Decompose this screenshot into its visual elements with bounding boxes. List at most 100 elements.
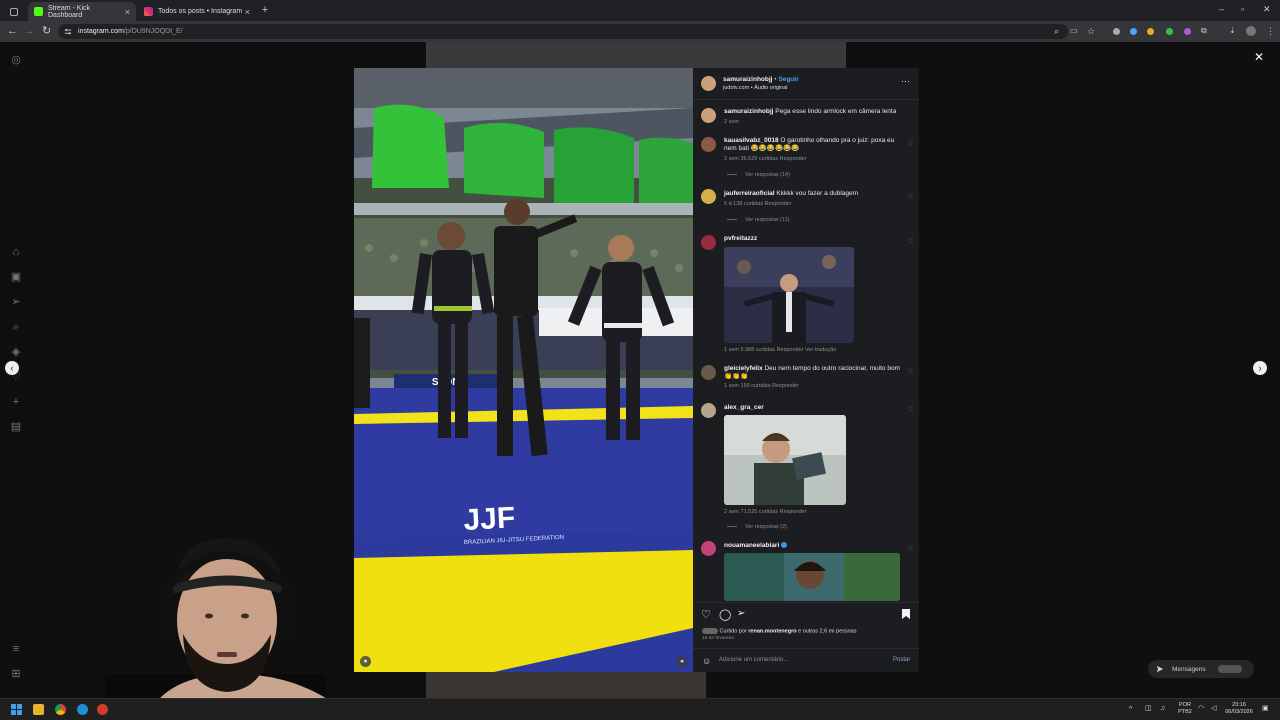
app-icon[interactable]	[97, 704, 108, 715]
like-comment-icon[interactable]: ♡	[908, 545, 913, 552]
comment-gif[interactable]	[724, 553, 900, 601]
create-icon[interactable]: +	[10, 396, 22, 408]
notifications-icon[interactable]: ▣	[1262, 705, 1269, 712]
forward-icon[interactable]: →	[24, 25, 35, 37]
clock[interactable]: 23:16 06/03/2026	[1222, 702, 1256, 716]
minimize-button[interactable]: –	[1219, 4, 1224, 14]
view-replies-button[interactable]: Ver respostas (2)	[727, 524, 787, 530]
extensions-puzzle-icon[interactable]: ⧉	[1201, 25, 1207, 37]
comment-meta[interactable]: 2 sem 36.629 curtidas Responder	[724, 156, 904, 162]
extension-audio-icon[interactable]	[1130, 28, 1137, 35]
view-replies-button[interactable]: Ver respostas (11)	[727, 217, 790, 223]
comment-username[interactable]: jauferreiraoficial	[724, 190, 775, 197]
like-comment-icon[interactable]: ♡	[908, 193, 913, 200]
messages-icon[interactable]: ➢	[10, 296, 22, 308]
next-post-icon[interactable]: ›	[1253, 361, 1267, 375]
messages-button[interactable]: Mensagens	[1148, 660, 1254, 678]
downloads-icon[interactable]: ⇣	[1229, 25, 1236, 37]
reload-icon[interactable]: ↻	[42, 25, 51, 37]
language-indicator[interactable]: POR PTB2	[1174, 702, 1196, 716]
back-icon[interactable]: ←	[7, 25, 18, 37]
like-icon[interactable]: ♡	[701, 608, 711, 621]
comment-username[interactable]: kauasilvabz_0018	[724, 137, 779, 144]
instagram-logo-icon[interactable]: ◎	[10, 54, 22, 66]
bookmark-star-icon[interactable]: ☆	[1087, 25, 1095, 37]
windows-menu-icon[interactable]	[6, 2, 22, 21]
comment-gif[interactable]	[724, 415, 846, 505]
comment-username[interactable]: nouamaneelabiari	[724, 542, 779, 549]
menu-icon[interactable]: ≡	[10, 643, 22, 655]
comment-meta[interactable]: 6 d 138 curtidas Responder	[724, 201, 904, 207]
emoji-icon[interactable]: ☺	[702, 656, 711, 666]
address-bar[interactable]: instagram.com/p/DU9NJOQDt_E/	[58, 24, 1068, 39]
chrome-icon[interactable]	[55, 704, 66, 715]
extension-color-icon[interactable]	[1147, 28, 1154, 35]
explore-icon[interactable]: ◈	[10, 346, 22, 358]
commenter-avatar[interactable]	[701, 189, 716, 204]
home-icon[interactable]: ⌂	[10, 246, 22, 258]
commenter-avatar[interactable]	[701, 235, 716, 250]
maximize-button[interactable]: ▫	[1241, 4, 1244, 14]
share-icon[interactable]: ➢	[737, 608, 745, 619]
tab-instagram[interactable]: Todos os posts • Instagram ×	[138, 2, 256, 21]
search-icon[interactable]: ⌕	[10, 321, 22, 333]
wifi-icon[interactable]: ◠	[1198, 705, 1204, 712]
commenter-avatar[interactable]	[701, 365, 716, 380]
edge-icon[interactable]	[77, 704, 88, 715]
new-tab-button[interactable]: +	[258, 4, 272, 17]
comment-meta[interactable]: 1 sem 5.988 curtidas Responder Ver tradu…	[724, 347, 904, 353]
liked-by-suffix[interactable]: e outras 2,6 mi pessoas	[798, 628, 856, 634]
comment-icon[interactable]: ◯	[719, 608, 731, 621]
comment-meta[interactable]: 1 sem 159 curtidas Responder	[724, 383, 904, 389]
save-icon[interactable]	[902, 609, 910, 619]
site-info-icon[interactable]	[64, 28, 72, 36]
reel-video[interactable]: STONE JJF BRAZILIAN JIU-JITSU FEDERATION	[354, 68, 693, 672]
show-hidden-icons[interactable]: ^	[1129, 706, 1132, 713]
tab-kick-dashboard[interactable]: Stream - Kick Dashboard ×	[28, 2, 136, 21]
file-explorer-icon[interactable]	[33, 704, 44, 715]
microphone-icon[interactable]: ♫	[1160, 705, 1165, 712]
close-tab-icon[interactable]: ×	[125, 7, 130, 17]
network-icon[interactable]: ◫	[1145, 705, 1152, 712]
post-comment-button[interactable]: Postar	[893, 657, 910, 663]
commenter-avatar[interactable]	[701, 403, 716, 418]
like-comment-icon[interactable]: ♡	[908, 406, 913, 413]
author-username[interactable]: samuraizinhobjj	[723, 76, 772, 83]
follow-button[interactable]: Seguir	[778, 76, 798, 83]
like-comment-icon[interactable]: ♡	[908, 368, 913, 375]
extension-green-icon[interactable]	[1166, 28, 1173, 35]
comment-meta[interactable]: 2 sem 71.525 curtidas Responder	[724, 509, 904, 515]
author-avatar[interactable]	[701, 76, 716, 91]
profile-avatar-icon[interactable]	[1246, 26, 1256, 36]
comment-username[interactable]: pvfreitazzz	[724, 235, 757, 242]
cast-icon[interactable]: ▭	[1070, 25, 1078, 37]
previous-post-icon[interactable]: ‹	[5, 361, 19, 375]
reels-icon[interactable]: ▣	[10, 271, 22, 283]
caption-username[interactable]: samuraizinhobjj	[724, 108, 773, 115]
like-comment-icon[interactable]: ♡	[908, 140, 913, 147]
commenter-avatar[interactable]	[701, 541, 716, 556]
close-tab-icon[interactable]: ×	[245, 7, 250, 17]
comment-username[interactable]: alex_gra_cer	[724, 404, 764, 411]
chrome-menu-icon[interactable]: ⋮	[1266, 25, 1275, 37]
extension-shield-icon[interactable]	[1113, 28, 1120, 35]
speaker-icon[interactable]: ◁	[1211, 705, 1216, 712]
mute-toggle-icon[interactable]: ◂	[676, 656, 687, 667]
close-modal-icon[interactable]: ✕	[1254, 50, 1264, 64]
comment-input[interactable]: Adicione um comentário...	[719, 657, 788, 663]
view-replies-button[interactable]: Ver respostas (14)	[727, 172, 790, 178]
more-options-icon[interactable]: ⋯	[901, 76, 910, 87]
search-icon[interactable]: ⌕	[1054, 25, 1059, 37]
like-comment-icon[interactable]: ♡	[908, 238, 913, 245]
caption-avatar[interactable]	[701, 108, 716, 123]
comment-username[interactable]: gleicielyfelix	[724, 365, 763, 372]
close-window-button[interactable]: ✕	[1263, 4, 1271, 15]
windows-start-icon[interactable]	[11, 704, 22, 715]
commenter-avatar[interactable]	[701, 137, 716, 152]
more-apps-icon[interactable]: ⊞	[10, 668, 22, 680]
audio-subtitle[interactable]: judotv.com • Áudio original	[723, 85, 788, 91]
dashboard-icon[interactable]: ▤	[10, 421, 22, 433]
liker-username[interactable]: renan.montenegro	[748, 628, 796, 634]
extension-purple-icon[interactable]	[1184, 28, 1191, 35]
comment-gif[interactable]	[724, 247, 854, 343]
